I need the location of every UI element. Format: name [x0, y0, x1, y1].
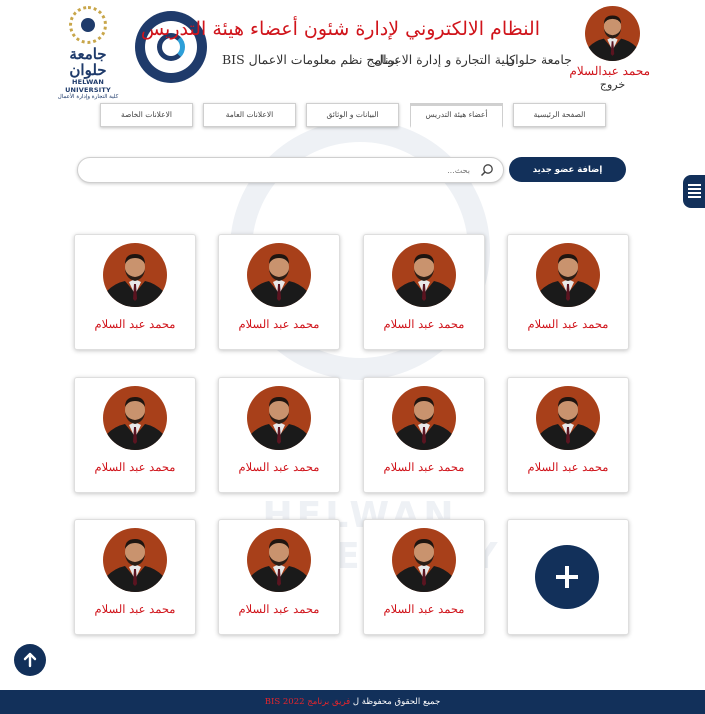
menu-icon — [688, 184, 701, 200]
tab-public-announcements[interactable]: الاعلانات العامة — [203, 103, 296, 127]
member-card[interactable]: محمد عبد السلام — [74, 519, 196, 635]
helwan-university-logo: جامعة حلوان HELWAN UNIVERSITY كلية التجا… — [52, 6, 124, 100]
user-avatar[interactable] — [585, 6, 640, 61]
scroll-to-top-button[interactable] — [14, 644, 46, 676]
helwan-logo-arabic: جامعة حلوان — [69, 45, 107, 79]
tab-home[interactable]: الصفحة الرئيسية — [513, 103, 606, 127]
member-photo — [247, 528, 311, 592]
member-photo — [247, 243, 311, 307]
helwan-logo-english: HELWAN UNIVERSITY — [65, 78, 111, 94]
footer: جميع الحقوق محفوظة ل فريق برنامج BIS 202… — [0, 690, 705, 714]
user-name[interactable]: محمد عبدالسلام — [569, 64, 650, 78]
search-input[interactable] — [90, 161, 470, 179]
member-card[interactable]: محمد عبد السلام — [74, 234, 196, 350]
tab-data-documents[interactable]: البيانات و الوثائق — [306, 103, 399, 127]
search-icon[interactable] — [480, 163, 494, 177]
add-member-card[interactable] — [507, 519, 629, 635]
member-name[interactable]: محمد عبد السلام — [75, 602, 195, 616]
member-name[interactable]: محمد عبد السلام — [75, 317, 195, 331]
member-name[interactable]: محمد عبد السلام — [508, 317, 628, 331]
member-photo — [103, 243, 167, 307]
member-photo — [103, 386, 167, 450]
member-photo — [392, 528, 456, 592]
member-card[interactable]: محمد عبد السلام — [507, 234, 629, 350]
member-name[interactable]: محمد عبد السلام — [508, 460, 628, 474]
tab-private-announcements[interactable]: الاعلانات الخاصة — [100, 103, 193, 127]
member-name[interactable]: محمد عبد السلام — [219, 317, 339, 331]
member-name[interactable]: محمد عبد السلام — [75, 460, 195, 474]
member-photo — [392, 243, 456, 307]
member-photo — [536, 386, 600, 450]
nav-link-bis-program[interactable]: برنامج نظم معلومات الاعمال BIS — [222, 52, 399, 67]
member-card[interactable]: محمد عبد السلام — [363, 377, 485, 493]
member-card[interactable]: محمد عبد السلام — [363, 519, 485, 635]
member-photo — [103, 528, 167, 592]
helwan-emblem-icon — [69, 6, 107, 44]
member-card[interactable]: محمد عبد السلام — [363, 234, 485, 350]
tab-faculty-members[interactable]: أعضاء هيئة التدريس — [410, 103, 503, 128]
arrow-up-icon — [23, 652, 37, 668]
search-box — [77, 157, 504, 183]
member-photo — [536, 243, 600, 307]
header: جامعة حلوان HELWAN UNIVERSITY كلية التجا… — [0, 0, 705, 100]
footer-text: جميع الحقوق محفوظة ل — [352, 697, 441, 707]
member-name[interactable]: محمد عبد السلام — [364, 602, 484, 616]
member-card[interactable]: محمد عبد السلام — [218, 377, 340, 493]
logout-link[interactable]: خروج — [585, 78, 640, 91]
member-photo — [247, 386, 311, 450]
member-card[interactable]: محمد عبد السلام — [218, 234, 340, 350]
page-title: النظام الالكتروني لإدارة شئون أعضاء هيئة… — [140, 18, 540, 40]
footer-team-link[interactable]: فريق برنامج BIS 2022 — [265, 697, 350, 707]
nav-link-helwan-university[interactable]: جامعة حلوان — [506, 52, 572, 67]
member-card[interactable]: محمد عبد السلام — [507, 377, 629, 493]
helwan-logo-subtitle: كلية التجارة وإدارة الأعمال — [57, 94, 119, 100]
plus-icon — [535, 545, 599, 609]
member-name[interactable]: محمد عبد السلام — [364, 317, 484, 331]
add-member-button[interactable]: إضافة عضو جديد — [509, 157, 626, 182]
member-name[interactable]: محمد عبد السلام — [219, 602, 339, 616]
main-tabs: الصفحة الرئيسية أعضاء هيئة التدريس البيا… — [100, 103, 606, 128]
member-photo — [392, 386, 456, 450]
member-name[interactable]: محمد عبد السلام — [219, 460, 339, 474]
side-menu-toggle[interactable] — [683, 175, 705, 208]
member-card[interactable]: محمد عبد السلام — [218, 519, 340, 635]
member-name[interactable]: محمد عبد السلام — [364, 460, 484, 474]
member-card[interactable]: محمد عبد السلام — [74, 377, 196, 493]
